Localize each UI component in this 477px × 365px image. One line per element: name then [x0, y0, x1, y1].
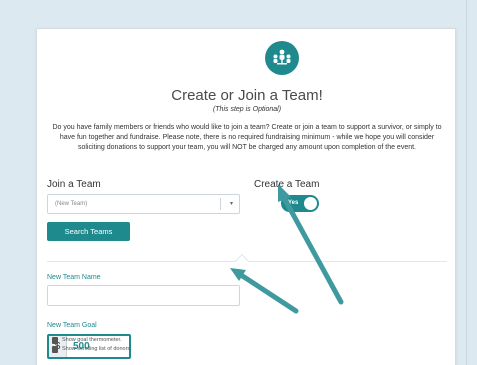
arrow-to-toggle — [278, 184, 344, 305]
arrow-to-team-name — [230, 268, 299, 314]
annotation-arrows — [230, 184, 344, 314]
